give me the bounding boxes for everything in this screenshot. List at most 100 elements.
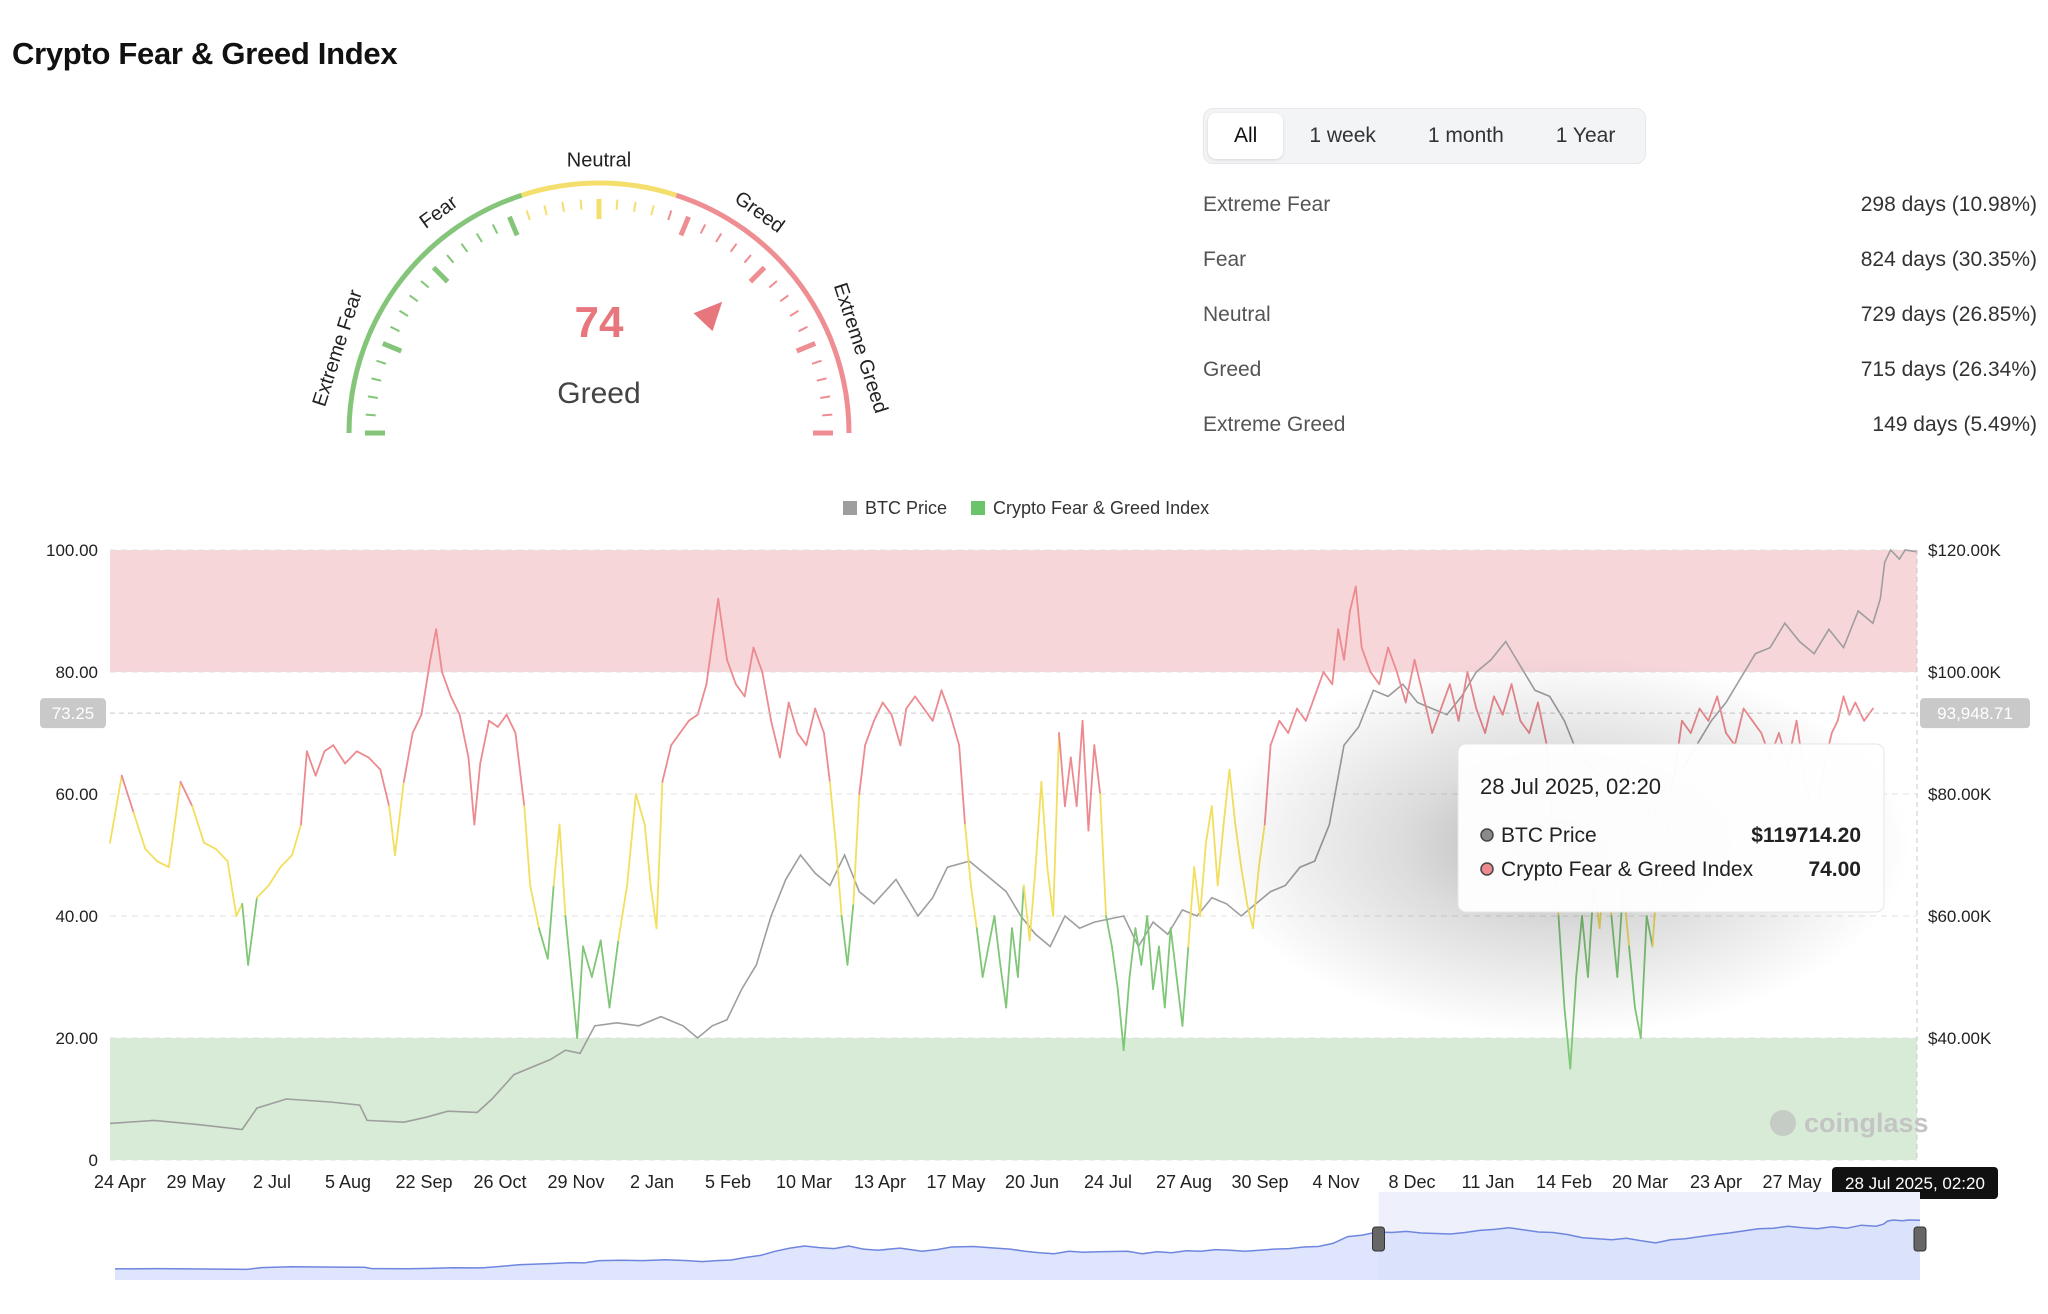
index-segment (355, 750, 370, 759)
index-segment (1175, 976, 1184, 1027)
gauge-tick (795, 341, 817, 354)
index-segment (864, 719, 875, 747)
index-segment (823, 732, 831, 783)
y-left-tick: 0 (89, 1151, 98, 1170)
index-segment (975, 927, 984, 978)
index-segment (608, 939, 620, 1009)
x-tick: 27 Aug (1156, 1172, 1212, 1192)
index-segment (402, 732, 414, 783)
stat-row-extreme-greed: Extreme Greed 149 days (5.49%) (1203, 405, 2037, 460)
x-tick: 13 Apr (854, 1172, 906, 1192)
index-segment (496, 713, 508, 728)
index-segment (787, 701, 799, 734)
tooltip-dot-crypto-fear-greed-index (1480, 862, 1494, 876)
navigator-handle-left[interactable] (1372, 1226, 1385, 1252)
index-segment (899, 707, 908, 747)
fear-greed-gauge: Extreme FearFearNeutralGreedExtreme Gree… (309, 149, 892, 436)
gauge-tick (729, 243, 738, 253)
index-segment (529, 884, 540, 930)
index-segment (993, 915, 1002, 966)
index-segment (1064, 756, 1072, 808)
tab-1-week[interactable]: 1 week (1283, 113, 1402, 159)
gauge-tick (715, 232, 723, 243)
y-right-tick: $100.00K (1928, 663, 2001, 682)
legend-label-crypto-fear-greed-index[interactable]: Crypto Fear & Greed Index (993, 498, 1209, 518)
x-tick: 22 Sep (395, 1172, 452, 1192)
index-segment (552, 823, 561, 887)
index-segment (300, 750, 308, 826)
index-segment (655, 780, 664, 930)
index-segment (1052, 732, 1060, 917)
index-segment (1034, 780, 1043, 869)
stat-label: Extreme Fear (1203, 193, 1331, 216)
x-tick: 24 Apr (94, 1172, 146, 1192)
index-segment (488, 719, 499, 728)
index-segment (840, 915, 849, 966)
tab-1-year[interactable]: 1 Year (1530, 113, 1642, 159)
navigator-handle-right[interactable] (1913, 1226, 1927, 1252)
gauge-tick (579, 199, 583, 210)
tooltip-label: Crypto Fear & Greed Index (1501, 858, 1754, 881)
stat-value: 729 days (26.85%) (1860, 303, 2037, 326)
y-left-tick: 60.00 (55, 785, 98, 804)
index-segment (546, 884, 555, 960)
chart-tooltip: 28 Jul 2025, 02:20 BTC Price $119714.20 Cry… (1210, 655, 1910, 1035)
index-segment (1093, 744, 1102, 795)
fear-greed-chart: BTC Price Crypto Fear & Greed Index 0 20.0… (40, 498, 2030, 1280)
index-segment (247, 896, 258, 966)
index-segment (538, 927, 549, 960)
gauge-tick (820, 395, 831, 399)
gauge-tick (543, 205, 548, 216)
index-segment (852, 793, 861, 905)
index-segment (734, 683, 746, 698)
index-segment (1152, 945, 1160, 991)
y-right-tick: $40.00K (1928, 1029, 1992, 1048)
index-segment (1181, 945, 1190, 1027)
gauge-tick (507, 215, 520, 237)
index-segment (167, 780, 182, 869)
x-tick: 5 Aug (325, 1172, 371, 1192)
x-tick: 24 Jul (1084, 1172, 1132, 1192)
gauge-label-extreme-greed: Extreme Greed (829, 280, 892, 416)
index-segment (144, 847, 158, 863)
index-segment (564, 915, 573, 978)
x-tick: 26 Oct (473, 1172, 526, 1192)
x-tick: 20 Jun (1005, 1172, 1059, 1192)
index-segment (388, 805, 396, 856)
index-segment (576, 945, 584, 1039)
gauge-tick (420, 280, 430, 289)
stat-value: 149 days (5.49%) (1872, 413, 2037, 436)
stat-row-fear: Fear 824 days (30.35%) (1203, 240, 2037, 295)
index-segment (626, 793, 637, 887)
x-tick: 5 Feb (705, 1172, 751, 1192)
gauge-tick (822, 413, 833, 417)
index-segment (1322, 671, 1334, 686)
legend-label-btc-price[interactable]: BTC Price (865, 498, 947, 518)
time-range-tabs: All 1 week 1 month 1 Year (1203, 108, 1647, 164)
index-segment (305, 750, 317, 777)
index-segment (523, 805, 532, 887)
index-segment (770, 719, 781, 759)
stat-label: Extreme Greed (1203, 413, 1346, 436)
index-segment (1022, 884, 1031, 942)
tab-1-month[interactable]: 1 month (1402, 113, 1530, 159)
tab-all[interactable]: All (1208, 113, 1284, 159)
y-right-tick: $80.00K (1928, 785, 1992, 804)
x-tick: 23 Apr (1690, 1172, 1742, 1192)
index-segment (514, 732, 526, 808)
stat-label: Fear (1203, 248, 1247, 271)
index-segment (1075, 719, 1084, 808)
gauge-tick (748, 265, 767, 284)
index-segment (661, 744, 673, 783)
index-segment (969, 884, 978, 930)
gauge-tick (371, 377, 382, 382)
gauge-tick (390, 325, 400, 333)
range-navigator[interactable] (114, 1192, 1927, 1280)
x-tick: 17 May (926, 1172, 985, 1192)
index-segment (873, 701, 884, 722)
index-segment (914, 695, 925, 710)
legend-swatch-crypto-fear-greed-index (971, 501, 986, 515)
x-tick: 4 Nov (1312, 1172, 1359, 1192)
index-segment (367, 756, 382, 771)
index-segment (1099, 793, 1107, 917)
